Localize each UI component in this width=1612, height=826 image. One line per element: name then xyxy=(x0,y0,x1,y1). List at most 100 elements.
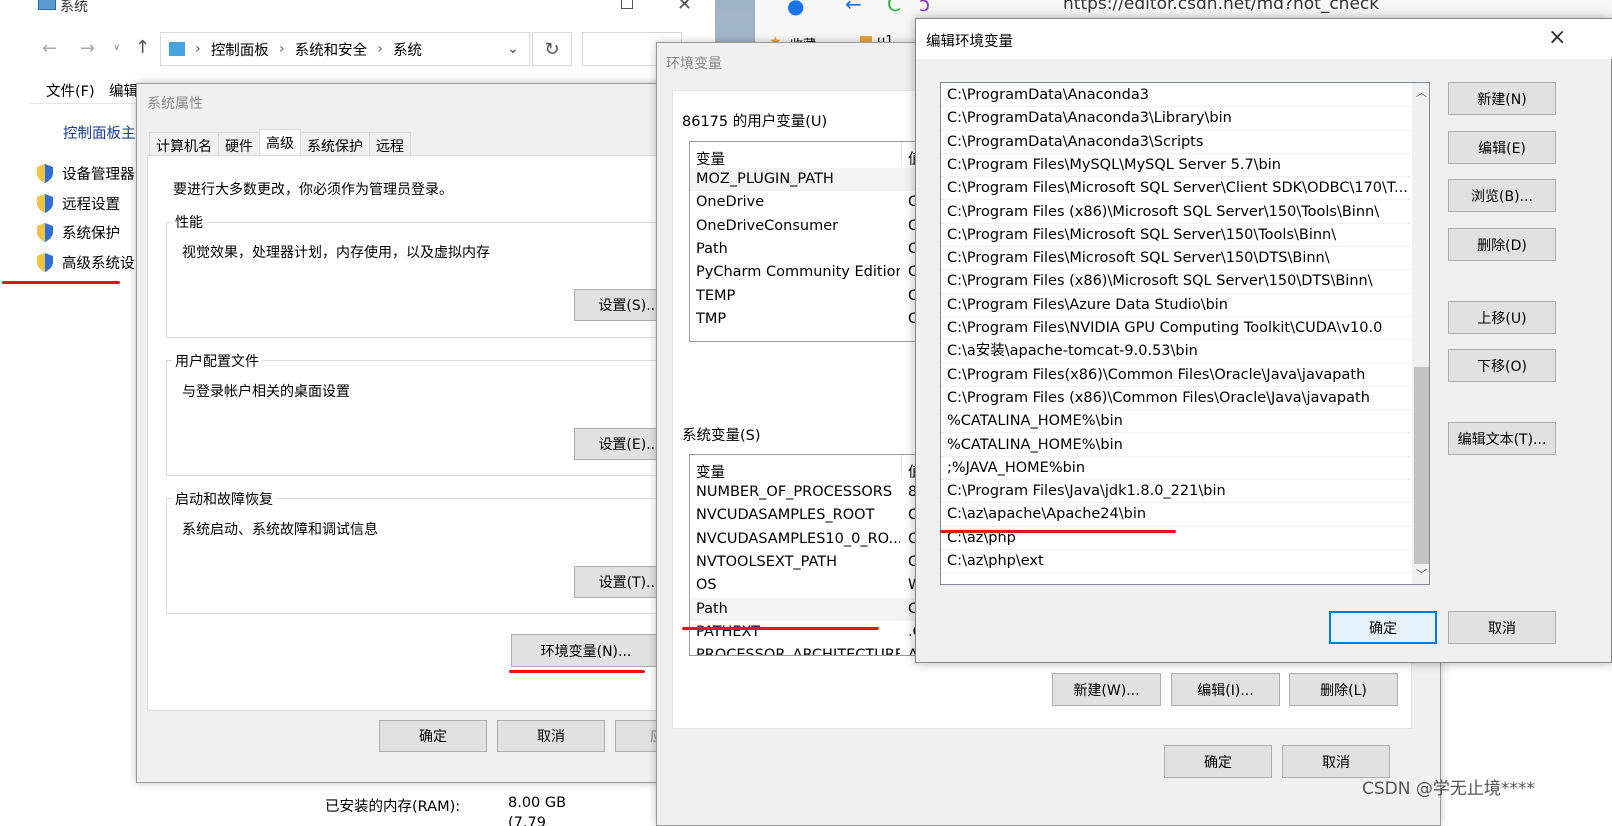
browser-reload-icon[interactable]: C xyxy=(887,0,901,16)
browser-url[interactable]: https://editor.csdn.net/md?not_check xyxy=(1063,0,1379,14)
path-list-item[interactable]: C:\Program Files\Microsoft SQL Server\15… xyxy=(941,247,1411,271)
table-row-name[interactable]: MOZ_PLUGIN_PATH xyxy=(690,168,900,191)
ok-button[interactable]: 确定 xyxy=(1329,611,1437,644)
path-list-item[interactable]: C:\Program Files\NVIDIA GPU Computing To… xyxy=(941,317,1411,341)
recent-chevron-icon[interactable]: ∨ xyxy=(113,42,120,53)
sidebar-item-label: 系统保护 xyxy=(62,226,120,242)
move-down-button[interactable]: 下移(O) xyxy=(1448,349,1556,382)
sidebar-item-device-manager[interactable]: 设备管理器 xyxy=(36,163,135,184)
edit-system-var-button[interactable]: 编辑(I)... xyxy=(1171,673,1280,706)
scrollbar[interactable]: ︿ ﹀ xyxy=(1412,83,1429,584)
path-list-item[interactable]: %CATALINA_HOME%\bin xyxy=(941,410,1411,434)
path-list-item[interactable]: C:\az\apache\Apache24\bin xyxy=(941,503,1411,527)
system-vars-label: 系统变量(S) xyxy=(682,428,761,444)
close-icon[interactable]: ✕ xyxy=(677,0,692,15)
control-panel-icon xyxy=(169,42,185,56)
uac-shield-icon xyxy=(36,194,54,213)
browser-back-icon[interactable]: ← xyxy=(845,0,862,16)
user-vars-label: 86175 的用户变量(U) xyxy=(682,114,828,130)
edit-path-button[interactable]: 编辑(E) xyxy=(1448,131,1556,164)
table-row-name[interactable]: PATHEXT xyxy=(690,621,900,644)
cancel-button[interactable]: 取消 xyxy=(497,720,605,752)
scroll-up-icon[interactable]: ︿ xyxy=(1416,84,1427,100)
table-row-name[interactable]: NVCUDASAMPLES10_0_RO... xyxy=(690,528,900,551)
edit-text-button[interactable]: 编辑文本(T)... xyxy=(1448,422,1556,455)
table-row-name[interactable]: PyCharm Community Edition xyxy=(690,261,900,284)
new-system-var-button[interactable]: 新建(W)... xyxy=(1052,673,1161,706)
maximize-icon[interactable] xyxy=(621,0,633,9)
user-profile-desc: 与登录帐户相关的桌面设置 xyxy=(182,384,350,400)
ok-button[interactable]: 确定 xyxy=(379,720,487,752)
path-list-item[interactable]: %CATALINA_HOME%\bin xyxy=(941,434,1411,457)
table-row-name[interactable]: Path xyxy=(690,238,900,261)
path-list-item[interactable]: C:\a安装\apache-tomcat-9.0.53\bin xyxy=(941,340,1411,364)
system-vars-list[interactable]: 变量 值 NUMBER_OF_PROCESSORS8NVCUDASAMPLES_… xyxy=(689,454,949,656)
column-header-name[interactable]: 变量 xyxy=(696,148,725,169)
address-dropdown-icon[interactable]: ⌄ xyxy=(507,41,519,57)
delete-system-var-button[interactable]: 删除(L) xyxy=(1289,673,1398,706)
dialog-title: 系统属性 xyxy=(147,96,203,112)
cancel-button[interactable]: 取消 xyxy=(1448,611,1556,644)
scroll-down-icon[interactable]: ﹀ xyxy=(1416,566,1427,582)
table-row-name[interactable]: OneDrive xyxy=(690,191,900,214)
dialog-title: 环境变量 xyxy=(666,56,722,72)
table-row-name[interactable]: PROCESSOR_ARCHITECTURE xyxy=(690,644,900,655)
dialog-title: 编辑环境变量 xyxy=(926,34,1013,50)
ok-button[interactable]: 确定 xyxy=(1164,745,1272,778)
up-icon[interactable]: ↑ xyxy=(135,37,150,58)
table-row-name[interactable]: Path xyxy=(690,598,900,621)
menu-file[interactable]: 文件(F) xyxy=(46,80,95,101)
column-header-name[interactable]: 变量 xyxy=(696,461,725,482)
breadcrumb-control-panel[interactable]: 控制面板 xyxy=(211,39,269,60)
table-row-name[interactable]: OneDriveConsumer xyxy=(690,215,900,238)
table-row-name[interactable]: NUMBER_OF_PROCESSORS xyxy=(690,481,900,504)
sidebar-home-link[interactable]: 控制面板主 xyxy=(63,122,136,143)
path-list-item[interactable]: ;%JAVA_HOME%bin xyxy=(941,457,1411,481)
path-list-item[interactable]: C:\ProgramData\Anaconda3 xyxy=(941,84,1411,108)
scroll-thumb[interactable] xyxy=(1414,367,1429,564)
table-row-name[interactable]: TEMP xyxy=(690,285,900,308)
path-list-item[interactable]: C:\Program Files (x86)\Microsoft SQL Ser… xyxy=(941,201,1411,224)
sidebar-item-advanced[interactable]: 高级系统设 xyxy=(36,252,135,273)
close-icon[interactable]: × xyxy=(1548,25,1566,50)
uac-shield-icon xyxy=(36,223,54,242)
browse-path-button[interactable]: 浏览(B)... xyxy=(1448,179,1556,212)
forward-icon[interactable]: → xyxy=(80,38,95,59)
path-list-item[interactable]: C:\ProgramData\Anaconda3\Library\bin xyxy=(941,107,1411,131)
breadcrumb-sep-icon: › xyxy=(377,41,383,57)
startup-label: 启动和故障恢复 xyxy=(172,489,276,509)
back-icon[interactable]: ← xyxy=(42,38,57,59)
path-list-item[interactable]: C:\Program Files\MySQL\MySQL Server 5.7\… xyxy=(941,154,1411,178)
sidebar-item-protection[interactable]: 系统保护 xyxy=(36,222,120,243)
environment-variables-button[interactable]: 环境变量(N)... xyxy=(511,634,661,667)
breadcrumb-security[interactable]: 系统和安全 xyxy=(295,39,368,60)
path-list-item[interactable]: C:\ProgramData\Anaconda3\Scripts xyxy=(941,131,1411,154)
table-row-name[interactable]: NVTOOLSEXT_PATH xyxy=(690,551,900,574)
menu-edit[interactable]: 编辑 xyxy=(109,80,138,101)
move-up-button[interactable]: 上移(U) xyxy=(1448,301,1556,334)
sidebar-item-label: 远程设置 xyxy=(62,197,120,213)
system-properties-dialog: 系统属性 计算机名 硬件 高级 系统保护 远程 要进行大多数更改，你必须作为管理… xyxy=(136,83,686,783)
browser-refresh-icon[interactable]: ● xyxy=(787,0,804,18)
breadcrumb-system[interactable]: 系统 xyxy=(393,39,422,60)
path-list-item[interactable]: C:\Program Files(x86)\Common Files\Oracl… xyxy=(941,364,1411,387)
browser-ext-icon[interactable]: ɔ xyxy=(919,0,930,16)
address-bar[interactable]: › 控制面板 › 系统和安全 › 系统 ⌄ xyxy=(160,32,530,66)
path-list-item[interactable]: C:\az\php\ext xyxy=(941,550,1411,574)
sidebar-item-remote[interactable]: 远程设置 xyxy=(36,193,120,214)
delete-path-button[interactable]: 删除(D) xyxy=(1448,228,1556,261)
path-list[interactable]: C:\ProgramData\Anaconda3 C:\ProgramData\A… xyxy=(940,82,1430,585)
user-vars-list[interactable]: 变量 值 MOZ_PLUGIN_PATHOneDriveCOneDriveCon… xyxy=(689,141,949,342)
path-list-item[interactable]: C:\Program Files\Java\jdk1.8.0_221\bin xyxy=(941,480,1411,504)
refresh-button[interactable]: ↻ xyxy=(532,32,572,66)
path-list-item[interactable]: C:\Program Files\Microsoft SQL Server\Cl… xyxy=(941,177,1411,201)
annotation-underline xyxy=(2,281,120,284)
table-row-name[interactable]: NVCUDASAMPLES_ROOT xyxy=(690,504,900,527)
path-list-item[interactable]: C:\Program Files\Microsoft SQL Server\15… xyxy=(941,224,1411,248)
new-path-button[interactable]: 新建(N) xyxy=(1448,82,1556,115)
path-list-item[interactable]: C:\Program Files\Azure Data Studio\bin xyxy=(941,294,1411,317)
table-row-name[interactable]: TMP xyxy=(690,308,900,331)
path-list-item[interactable]: C:\Program Files (x86)\Microsoft SQL Ser… xyxy=(941,270,1411,294)
table-row-name[interactable]: OS xyxy=(690,574,900,597)
path-list-item[interactable]: C:\Program Files (x86)\Common Files\Orac… xyxy=(941,387,1411,411)
